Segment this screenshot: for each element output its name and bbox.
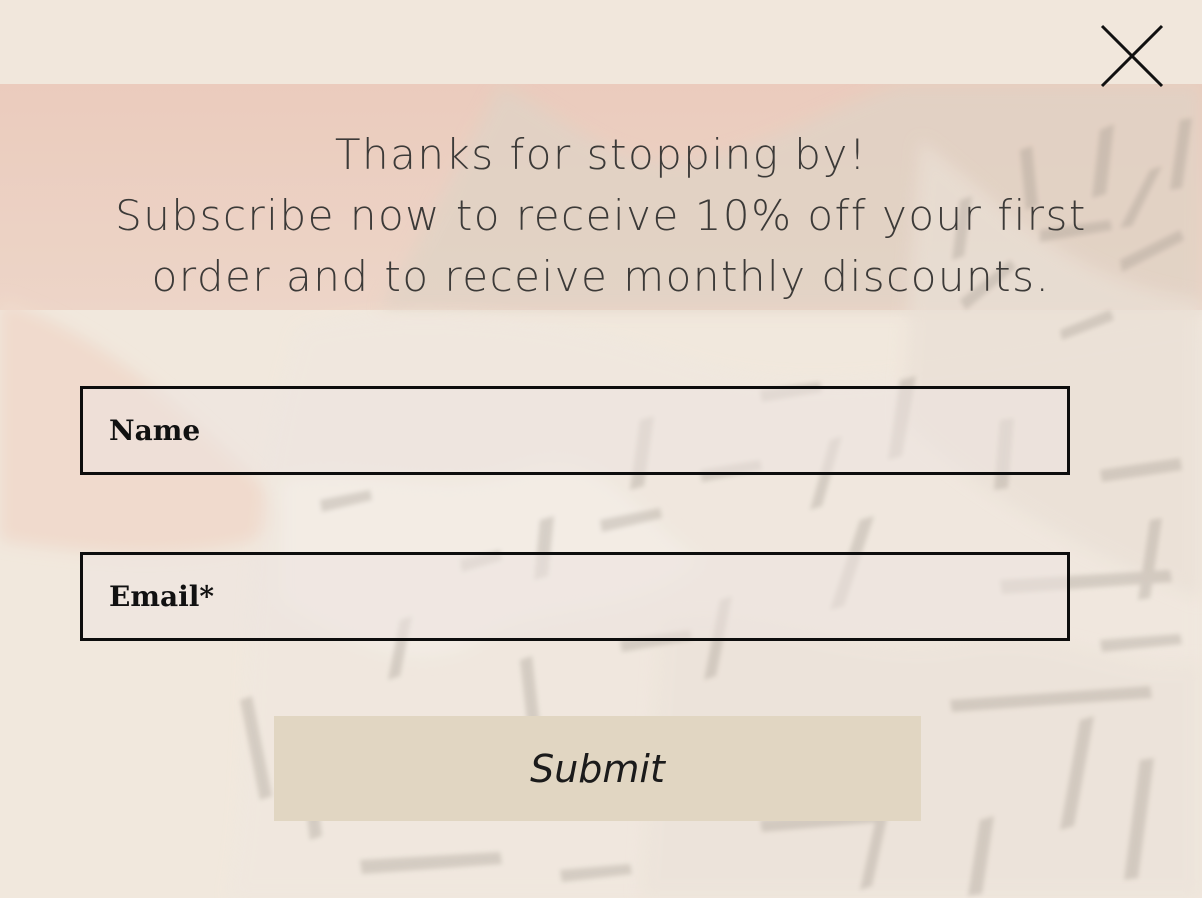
headline-line-2: Subscribe now to receive 10% off your fi…: [115, 191, 1087, 240]
close-button[interactable]: [1098, 22, 1166, 90]
email-input[interactable]: [83, 555, 1067, 638]
headline: Thanks for stopping by! Subscribe now to…: [60, 124, 1142, 307]
headline-line-1: Thanks for stopping by!: [334, 130, 868, 179]
name-input[interactable]: [83, 389, 1067, 472]
name-field-box: [80, 386, 1070, 475]
email-field-box: [80, 552, 1070, 641]
close-x-icon: [1100, 24, 1164, 88]
newsletter-popup: Thanks for stopping by! Subscribe now to…: [0, 0, 1202, 898]
submit-button[interactable]: Submit: [274, 716, 921, 821]
headline-line-3: order and to receive monthly discounts.: [151, 252, 1051, 301]
